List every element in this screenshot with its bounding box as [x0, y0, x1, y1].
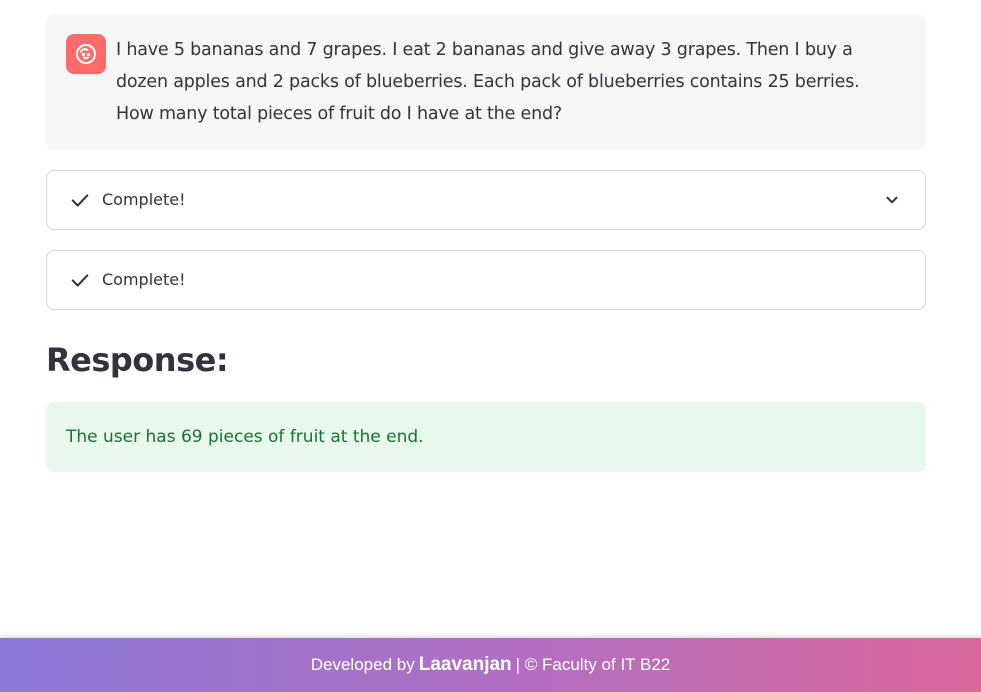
- user-chat-message: I have 5 bananas and 7 grapes. I eat 2 b…: [46, 14, 926, 150]
- user-face-icon: [76, 44, 96, 64]
- check-icon: [71, 194, 89, 207]
- chat-message-text: I have 5 bananas and 7 grapes. I eat 2 b…: [116, 40, 860, 124]
- footer-prefix: Developed by: [310, 655, 415, 674]
- page: I have 5 bananas and 7 grapes. I eat 2 b…: [0, 0, 981, 692]
- user-avatar: [66, 34, 106, 74]
- chevron-down-icon[interactable]: [881, 189, 903, 211]
- response-heading: Response:: [46, 341, 229, 379]
- response-success-box: The user has 69 pieces of fruit at the e…: [46, 402, 926, 472]
- check-icon: [71, 274, 89, 287]
- status-label: Complete!: [102, 190, 186, 209]
- status-expander-1[interactable]: Complete!: [46, 170, 926, 230]
- footer-author: Laavanjan: [418, 654, 512, 675]
- status-box-2[interactable]: Complete!: [46, 250, 926, 310]
- footer: Developed by Laavanjan | © Faculty of IT…: [0, 638, 981, 692]
- response-text: The user has 69 pieces of fruit at the e…: [66, 427, 424, 447]
- footer-copyright: | © Faculty of IT B22: [515, 655, 671, 674]
- status-label: Complete!: [102, 270, 186, 289]
